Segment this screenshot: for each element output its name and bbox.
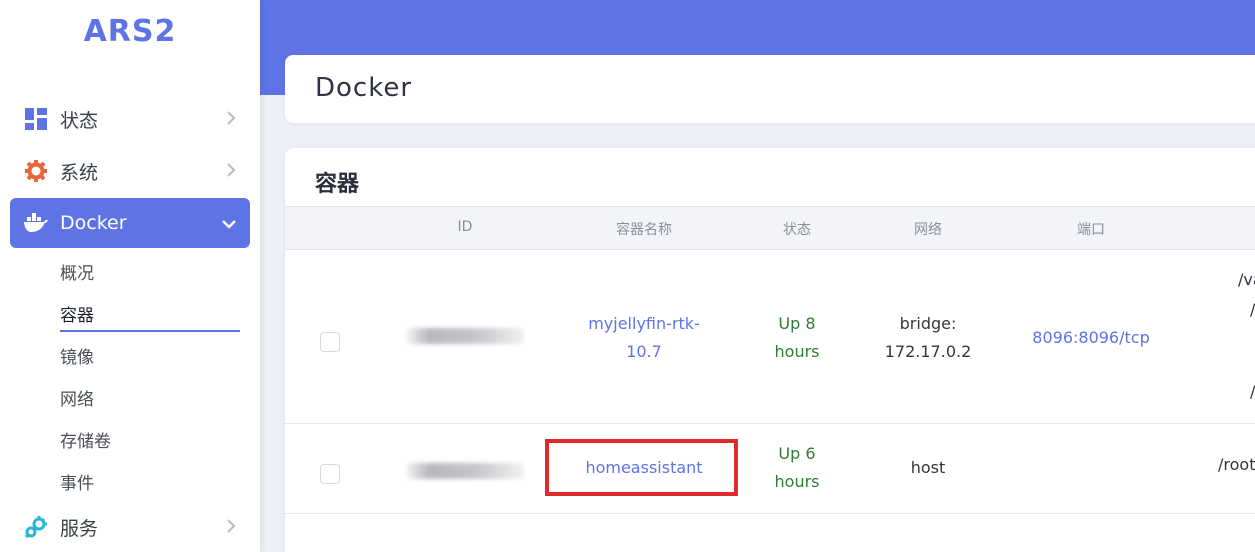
sidebar-subitem-networks[interactable]: 网络 (60, 385, 94, 410)
gear-icon (24, 159, 48, 183)
sidebar-subitem-overview[interactable]: 概况 (60, 259, 94, 284)
row-checkbox[interactable] (320, 464, 340, 484)
container-volume-fragment: /root (1218, 455, 1255, 474)
sidebar-item-label: 服务 (60, 517, 99, 540)
container-name-link[interactable]: myjellyfin-rtk- 10.7 (588, 310, 700, 366)
page-title: Docker (315, 73, 413, 103)
sidebar-subitem-containers[interactable]: 容器 (60, 301, 94, 326)
container-status: Up 6 hours (774, 444, 820, 491)
highlight-box (545, 439, 738, 496)
dashboard-icon (24, 107, 48, 131)
section-title: 容器 (315, 172, 360, 197)
sidebar: ARS2 状态 系统 Docker 概况 容器 镜像 网络 存储卷 事件 服务 (0, 0, 260, 552)
container-volume-fragment: /va (1238, 270, 1255, 289)
sidebar-item-label: 系统 (60, 161, 99, 184)
container-volume-fragment: / (1250, 300, 1255, 319)
sidebar-item-system[interactable]: 系统 (10, 146, 250, 196)
sidebar-subitem-volumes[interactable]: 存储卷 (60, 427, 111, 452)
sidebar-item-docker[interactable]: Docker (10, 198, 250, 248)
column-header-name[interactable]: 容器名称 (616, 219, 672, 239)
container-network: host (910, 458, 946, 477)
sidebar-item-status[interactable]: 状态 (10, 94, 250, 144)
container-network: bridge: 172.17.0.2 (884, 314, 972, 361)
sidebar-subitem-images[interactable]: 镜像 (60, 343, 94, 368)
column-header-network[interactable]: 网络 (914, 219, 942, 239)
sidebar-item-services[interactable]: 服务 (10, 502, 250, 552)
column-header-status[interactable]: 状态 (783, 219, 811, 239)
container-id-redacted (406, 328, 524, 344)
active-subitem-underline (60, 330, 240, 332)
container-ports-link[interactable]: 8096:8096/tcp (1032, 324, 1149, 352)
container-status: Up 8 hours (774, 314, 820, 361)
containers-card: 容器 ID 容器名称 状态 网络 端口 myjellyfin-rtk- 10.7… (285, 148, 1255, 552)
sidebar-item-label: 状态 (60, 109, 99, 132)
container-id-redacted (406, 463, 524, 479)
container-volume-fragment: / (1250, 382, 1255, 401)
sidebar-item-label: Docker (60, 212, 127, 234)
chevron-right-icon (226, 516, 236, 538)
chevron-down-icon (222, 212, 236, 234)
chevron-right-icon (226, 160, 236, 182)
docker-whale-icon (24, 211, 48, 235)
page-header-card: Docker (285, 55, 1255, 123)
table-header: ID 容器名称 状态 网络 端口 (285, 206, 1255, 250)
chevron-right-icon (226, 108, 236, 130)
table-row: homeassistant Up 6 hours host /root (285, 424, 1255, 514)
app-logo[interactable]: ARS2 (0, 14, 260, 49)
column-header-id[interactable]: ID (458, 219, 473, 235)
row-checkbox[interactable] (320, 332, 340, 352)
sidebar-subitem-events[interactable]: 事件 (60, 469, 94, 494)
table-row: myjellyfin-rtk- 10.7 Up 8 hours bridge: … (285, 250, 1255, 424)
services-gears-icon (24, 515, 48, 539)
column-header-ports[interactable]: 端口 (1077, 219, 1105, 239)
